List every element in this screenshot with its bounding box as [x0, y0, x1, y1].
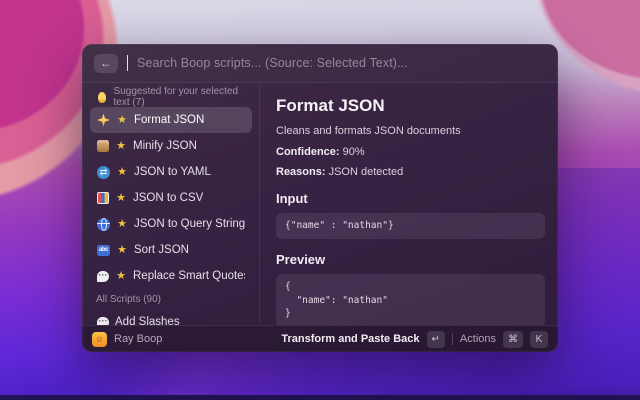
app-name: Ray Boop: [114, 333, 162, 345]
input-code-block: {"name" : "nathan"}: [276, 213, 545, 239]
desktop-bottom-strip: [0, 395, 640, 400]
raycast-window: ← Search Boop scripts... (Source: Select…: [82, 44, 558, 352]
favorite-star-icon: [116, 245, 128, 256]
input-section-title: Input: [276, 191, 545, 206]
script-item-label: Minify JSON: [133, 140, 197, 152]
script-item-json-to-yaml[interactable]: JSON to YAML: [90, 159, 252, 185]
script-item-json-to-csv[interactable]: JSON to CSV: [90, 185, 252, 211]
preview-section-title: Preview: [276, 252, 545, 267]
bar-chart-icon: [97, 192, 109, 204]
reasons-label: Reasons:: [276, 166, 326, 178]
statusbar-separator: [452, 333, 453, 345]
section-header-all-scripts: All Scripts (90): [90, 289, 252, 309]
script-item-label: Format JSON: [134, 114, 204, 126]
favorite-star-icon: [116, 115, 128, 126]
script-item-label: Replace Smart Quotes: [133, 270, 245, 282]
search-bar: ← Search Boop scripts... (Source: Select…: [82, 44, 558, 82]
script-item-minify-json[interactable]: Minify JSON: [90, 133, 252, 159]
favorite-star-icon: [116, 219, 128, 230]
lightbulb-icon: [98, 92, 106, 103]
boop-app-icon: [92, 332, 107, 347]
reasons-row: Reasons: JSON detected: [276, 166, 545, 178]
detail-title: Format JSON: [276, 96, 545, 116]
main-content: Suggested for your selected text (7) For…: [82, 83, 558, 325]
arrows-cycle-icon: [97, 166, 110, 179]
detail-description: Cleans and formats JSON documents: [276, 125, 545, 137]
k-key-badge: K: [530, 331, 548, 348]
speech-bubble-icon: [97, 317, 109, 326]
package-icon: [97, 140, 109, 152]
confidence-row: Confidence: 90%: [276, 146, 545, 158]
script-item-label: JSON to CSV: [133, 192, 203, 204]
favorite-star-icon: [115, 141, 127, 152]
script-item-json-to-query-string[interactable]: JSON to Query String: [90, 211, 252, 237]
favorite-star-icon: [115, 193, 127, 204]
statusbar-app: Ray Boop: [92, 332, 162, 347]
script-item-sort-json[interactable]: Sort JSON: [90, 237, 252, 263]
actions-menu-button[interactable]: Actions: [460, 333, 496, 345]
statusbar-actions: Transform and Paste Back ↵ Actions ⌘ K: [281, 331, 548, 348]
favorite-star-icon: [115, 271, 127, 282]
script-list: Suggested for your selected text (7) For…: [82, 83, 260, 325]
status-bar: Ray Boop Transform and Paste Back ↵ Acti…: [82, 325, 558, 352]
section-header-label: Suggested for your selected text (7): [114, 86, 246, 108]
back-button[interactable]: ←: [94, 54, 118, 73]
reasons-value: JSON detected: [326, 166, 404, 178]
script-item-add-slashes[interactable]: Add Slashes: [90, 309, 252, 325]
return-key-badge[interactable]: ↵: [427, 331, 445, 348]
script-item-label: JSON to Query String: [134, 218, 245, 230]
script-item-format-json[interactable]: Format JSON: [90, 107, 252, 133]
globe-icon: [97, 218, 110, 231]
section-header-label: All Scripts (90): [96, 294, 161, 305]
script-item-label: Add Slashes: [115, 316, 180, 325]
primary-action-button[interactable]: Transform and Paste Back: [281, 333, 419, 345]
detail-panel: Format JSON Cleans and formats JSON docu…: [260, 83, 558, 325]
desktop: ← Search Boop scripts... (Source: Select…: [0, 0, 640, 400]
script-item-label: JSON to YAML: [134, 166, 211, 178]
confidence-label: Confidence:: [276, 146, 340, 158]
confidence-value: 90%: [340, 146, 365, 158]
cmd-key-badge: ⌘: [503, 331, 523, 348]
search-input[interactable]: Search Boop scripts... (Source: Selected…: [137, 56, 408, 70]
script-item-replace-smart-quotes[interactable]: Replace Smart Quotes: [90, 263, 252, 289]
abc-icon: [97, 245, 110, 256]
script-item-label: Sort JSON: [134, 244, 189, 256]
favorite-star-icon: [116, 167, 128, 178]
sparkles-icon: [97, 114, 110, 127]
text-cursor: [127, 55, 128, 71]
preview-code-block: { "name": "nathan" }: [276, 274, 545, 325]
speech-bubble-icon: [97, 271, 109, 282]
section-header-suggested: Suggested for your selected text (7): [90, 87, 252, 107]
